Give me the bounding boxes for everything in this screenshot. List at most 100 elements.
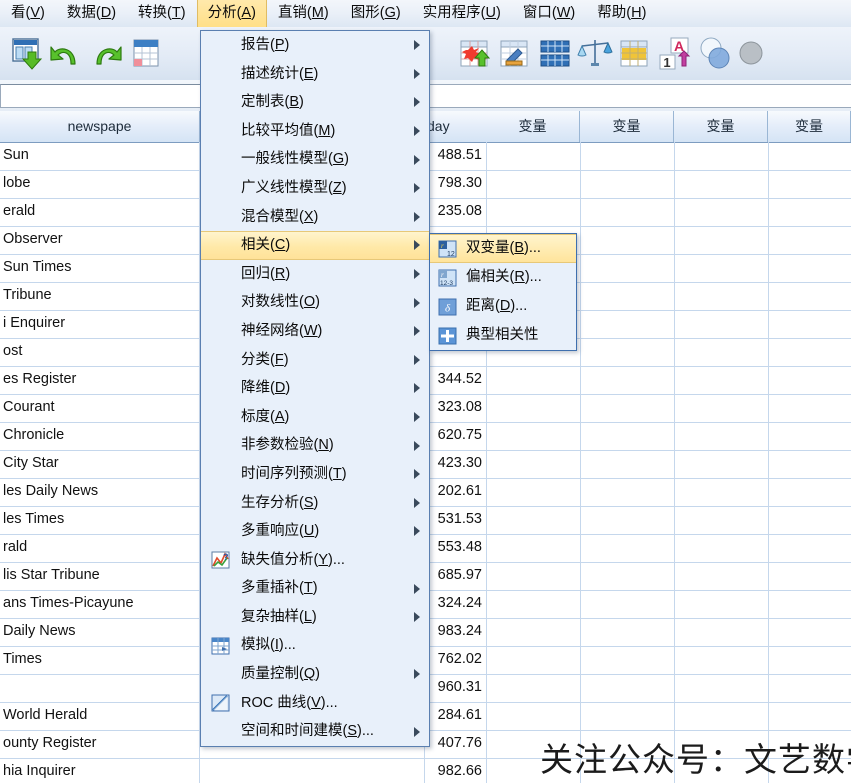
cell-newspaper[interactable]: lobe <box>0 170 199 198</box>
menu-item-3[interactable]: 比较平均值(M) <box>201 117 429 146</box>
menu-item-22[interactable]: 质量控制(Q) <box>201 660 429 689</box>
cell-newspaper[interactable]: World Herald <box>0 702 199 730</box>
menu-item-13[interactable]: 标度(A) <box>201 403 429 432</box>
cell-day[interactable]: 762.02 <box>424 646 485 674</box>
menubar-item-2[interactable]: 转换(T) <box>127 0 197 27</box>
menu-item-15[interactable]: 时间序列预测(T) <box>201 460 429 489</box>
select-cases-icon[interactable] <box>617 34 653 74</box>
menu-item-21[interactable]: 模拟(I)... <box>201 631 429 660</box>
submenu-item-1[interactable]: r 12-3 偏相关(R)... <box>430 263 576 292</box>
chevron-right-icon <box>414 326 420 337</box>
cell-newspaper[interactable]: Sun <box>0 142 199 170</box>
cell-newspaper[interactable]: Courant <box>0 394 199 422</box>
cell-day[interactable]: 620.75 <box>424 422 485 450</box>
menu-item-4[interactable]: 一般线性模型(G) <box>201 145 429 174</box>
cell-newspaper[interactable]: ost <box>0 338 199 366</box>
menu-item-23[interactable]: ROC 曲线(V)... <box>201 689 429 718</box>
cell-newspaper[interactable]: erald <box>0 198 199 226</box>
cell-day[interactable]: 960.31 <box>424 674 485 702</box>
cell-day[interactable]: 982.66 <box>424 758 485 783</box>
menu-item-6[interactable]: 混合模型(X) <box>201 203 429 232</box>
cell-day[interactable]: 324.24 <box>424 590 485 618</box>
cell-newspaper[interactable]: rald <box>0 534 199 562</box>
cell-newspaper[interactable]: ounty Register <box>0 730 199 758</box>
menubar-item-0[interactable]: 看(V) <box>0 0 56 27</box>
cell-newspaper[interactable]: Times <box>0 646 199 674</box>
cell-value-input[interactable] <box>0 84 205 108</box>
submenu-item-0[interactable]: r 12 双变量(B)... <box>430 234 576 263</box>
cell-day[interactable]: 423.30 <box>424 450 485 478</box>
cell-day[interactable]: 531.53 <box>424 506 485 534</box>
cell-day[interactable]: 235.08 <box>424 198 485 226</box>
cell-newspaper[interactable]: es Register <box>0 366 199 394</box>
redo-icon[interactable] <box>88 34 124 74</box>
menu-item-11[interactable]: 分类(F) <box>201 346 429 375</box>
cell-newspaper[interactable]: ans Times-Picayune <box>0 590 199 618</box>
menubar-item-7[interactable]: 窗口(W) <box>512 0 586 27</box>
menu-item-10[interactable]: 神经网络(W) <box>201 317 429 346</box>
insert-variable-icon[interactable] <box>497 34 533 74</box>
menu-item-16[interactable]: 生存分析(S) <box>201 489 429 518</box>
menubar-item-5[interactable]: 图形(G) <box>340 0 412 27</box>
use-variable-sets-icon[interactable] <box>697 34 733 74</box>
grid-column-header[interactable]: newspape <box>0 111 200 142</box>
open-file-icon[interactable] <box>8 34 44 74</box>
cell-day[interactable]: 488.51 <box>424 142 485 170</box>
menu-item-2[interactable]: 定制表(B) <box>201 88 429 117</box>
menubar-item-1[interactable]: 数据(D) <box>56 0 127 27</box>
menu-item-18[interactable]: ? 缺失值分析(Y)... <box>201 546 429 575</box>
cell-newspaper[interactable]: Sun Times <box>0 254 199 282</box>
cell-newspaper[interactable]: Observer <box>0 226 199 254</box>
cell-newspaper[interactable]: les Times <box>0 506 199 534</box>
grid-column-header[interactable]: 变量 <box>580 111 674 142</box>
menu-item-1[interactable]: 描述统计(E) <box>201 60 429 89</box>
menu-item-19[interactable]: 多重插补(T) <box>201 574 429 603</box>
menu-item-5[interactable]: 广义线性模型(Z) <box>201 174 429 203</box>
cell-newspaper[interactable]: City Star <box>0 450 199 478</box>
cell-newspaper[interactable]: lis Star Tribune <box>0 562 199 590</box>
menu-item-8[interactable]: 回归(R) <box>201 260 429 289</box>
menu-item-17[interactable]: 多重响应(U) <box>201 517 429 546</box>
menu-item-20[interactable]: 复杂抽样(L) <box>201 603 429 632</box>
cell-newspaper[interactable]: hia Inquirer <box>0 758 199 783</box>
cell-newspaper[interactable]: Chronicle <box>0 422 199 450</box>
menu-item-9[interactable]: 对数线性(O) <box>201 288 429 317</box>
menubar-item-3[interactable]: 分析(A) <box>196 0 267 27</box>
undo-icon[interactable] <box>48 34 84 74</box>
menu-item-0[interactable]: 报告(P) <box>201 31 429 60</box>
goto-case-icon[interactable] <box>128 34 164 74</box>
cell-day[interactable]: 323.08 <box>424 394 485 422</box>
cell-day[interactable]: 284.61 <box>424 702 485 730</box>
menubar-item-6[interactable]: 实用程序(U) <box>412 0 512 27</box>
menu-item-7[interactable]: 相关(C) <box>201 231 429 260</box>
cell-day[interactable]: 407.76 <box>424 730 485 758</box>
insert-case-icon[interactable] <box>457 34 493 74</box>
cell-newspaper[interactable]: Daily News <box>0 618 199 646</box>
menu-item-24[interactable]: 空间和时间建模(S)... <box>201 717 429 746</box>
grid-column-header[interactable]: day <box>424 111 489 142</box>
cell-newspaper[interactable] <box>0 674 199 702</box>
cell-value-input-right[interactable] <box>424 84 851 108</box>
menubar-item-8[interactable]: 帮助(H) <box>586 0 657 27</box>
weight-cases-icon[interactable] <box>577 34 613 74</box>
cell-newspaper[interactable]: i Enquirer <box>0 310 199 338</box>
cell-day[interactable]: 553.48 <box>424 534 485 562</box>
cell-day[interactable]: 983.24 <box>424 618 485 646</box>
cell-day[interactable]: 344.52 <box>424 366 485 394</box>
menubar-item-4[interactable]: 直销(M) <box>267 0 340 27</box>
split-file-icon[interactable] <box>537 34 573 74</box>
submenu-item-2[interactable]: δ 距离(D)... <box>430 292 576 321</box>
value-labels-icon[interactable]: A 1 <box>657 34 693 74</box>
cell-newspaper[interactable]: Tribune <box>0 282 199 310</box>
submenu-item-3[interactable]: 典型相关性 <box>430 321 576 350</box>
menu-item-14[interactable]: 非参数检验(N) <box>201 431 429 460</box>
cell-day[interactable]: 798.30 <box>424 170 485 198</box>
show-all-variables-icon[interactable] <box>737 34 773 74</box>
cell-newspaper[interactable]: les Daily News <box>0 478 199 506</box>
grid-column-header[interactable]: 变量 <box>674 111 768 142</box>
menu-item-12[interactable]: 降维(D) <box>201 374 429 403</box>
cell-day[interactable]: 685.97 <box>424 562 485 590</box>
grid-column-header[interactable]: 变量 <box>768 111 851 142</box>
grid-column-header[interactable]: 变量 <box>486 111 580 142</box>
cell-day[interactable]: 202.61 <box>424 478 485 506</box>
